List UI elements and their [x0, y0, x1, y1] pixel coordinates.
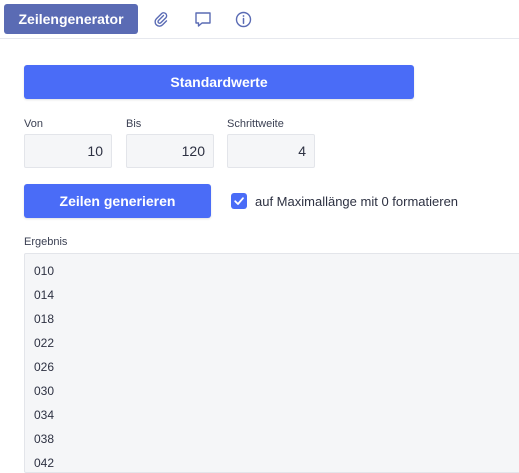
result-line: 022 [34, 336, 55, 350]
result-line: 010 [34, 264, 55, 278]
result-line: 030 [34, 384, 55, 398]
result-line: 014 [34, 288, 55, 302]
pad-zeros-checkbox[interactable] [231, 193, 247, 209]
step-label: Schrittweite [227, 118, 284, 130]
generate-lines-button[interactable]: Zeilen generieren [24, 184, 211, 218]
result-line: 018 [34, 312, 55, 326]
result-line: 034 [34, 408, 55, 422]
check-icon [234, 197, 244, 205]
from-label: Von [24, 118, 43, 130]
paperclip-icon[interactable] [150, 8, 172, 30]
comment-icon[interactable] [192, 8, 214, 30]
defaults-button[interactable]: Standardwerte [24, 65, 414, 99]
result-line: 042 [34, 456, 55, 470]
result-line: 038 [34, 432, 55, 446]
info-icon[interactable] [232, 8, 254, 30]
to-input[interactable]: 120 [126, 134, 214, 168]
result-textarea[interactable]: 010 014 018 022 026 030 034 038 042 [24, 253, 519, 473]
pad-zeros-label: auf Maximallänge mit 0 formatieren [255, 194, 459, 209]
from-input[interactable]: 10 [24, 134, 112, 168]
step-input[interactable]: 4 [227, 134, 315, 168]
toolbar: Zeilengenerator [0, 0, 519, 39]
result-line: 026 [34, 360, 55, 374]
result-label: Ergebnis [24, 236, 68, 248]
to-label: Bis [126, 118, 142, 130]
tab-zeilengenerator[interactable]: Zeilengenerator [4, 4, 138, 34]
